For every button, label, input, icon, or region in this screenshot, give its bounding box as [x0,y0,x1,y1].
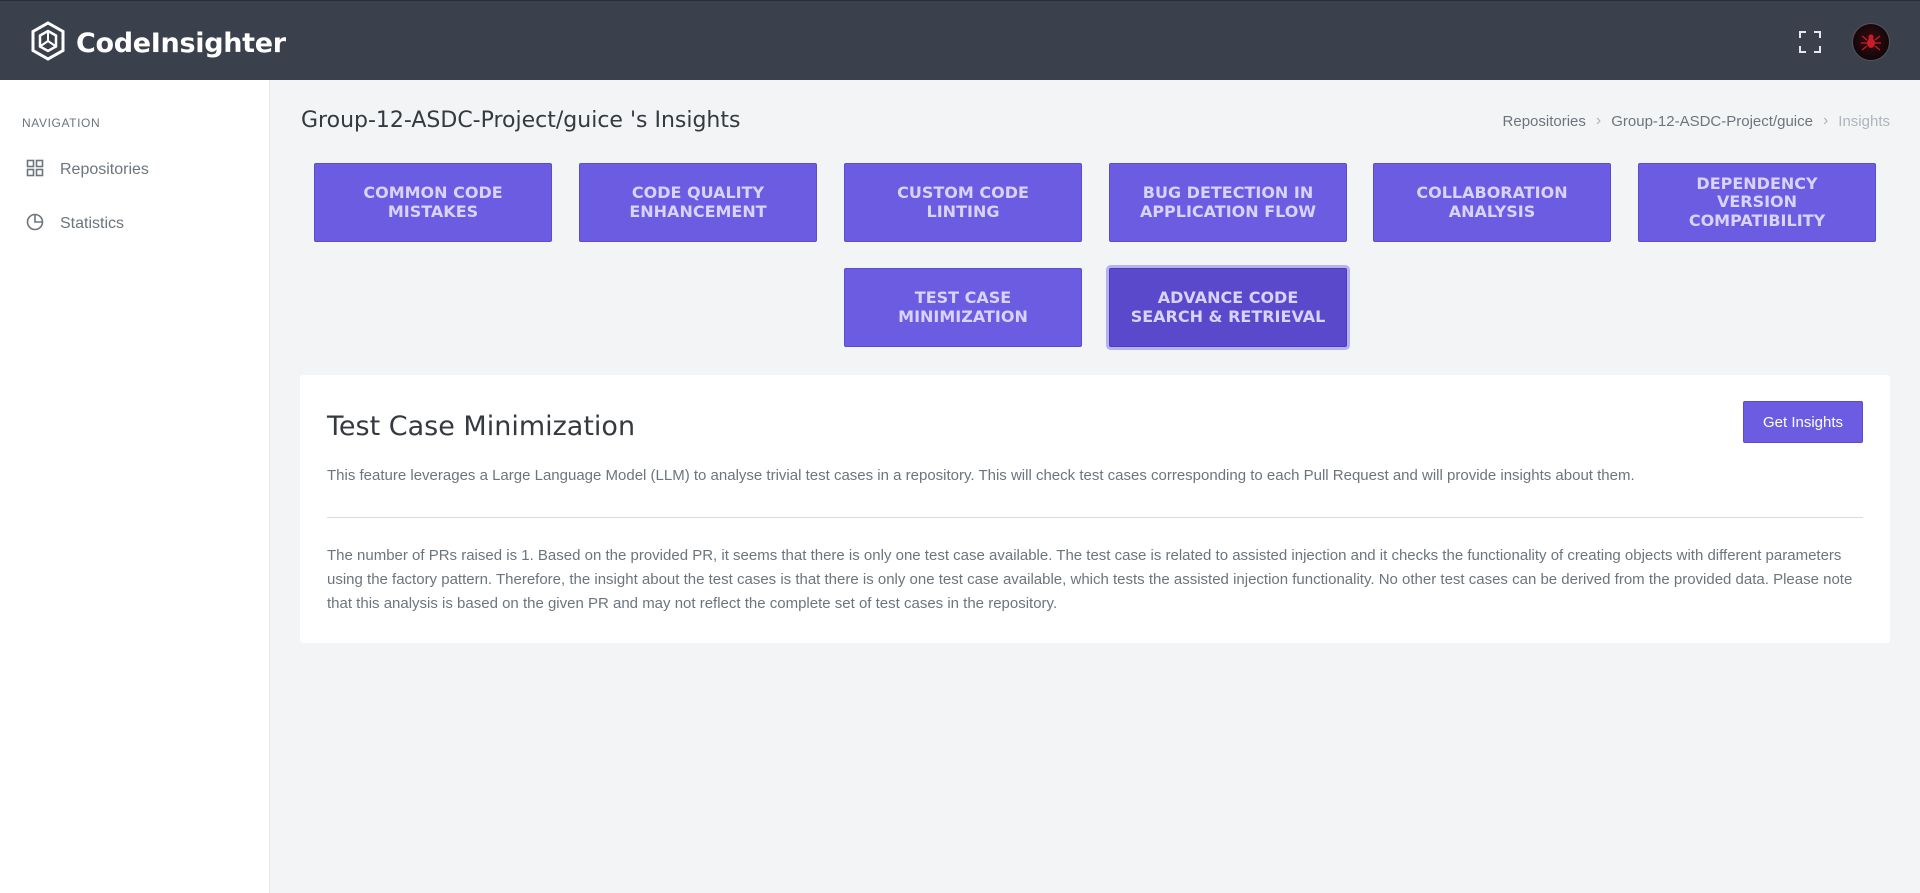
fullscreen-icon[interactable] [1797,29,1823,55]
app-name: CodeInsighter [76,28,286,59]
chevron-right-icon: › [1822,112,1829,129]
brand[interactable]: CodeInsighter [30,21,286,66]
sidebar-item-label: Statistics [60,215,125,232]
collaboration-analysis-button[interactable]: COLLABORATION ANALYSIS [1373,163,1611,242]
code-quality-enhancement-button[interactable]: CODE QUALITY ENHANCEMENT [579,163,817,242]
page-title: Group-12-ASDC-Project/guice 's Insights [301,108,741,133]
sidebar: NAVIGATION Repositories Statistics [0,80,270,893]
top-navbar: CodeInsighter [0,0,1920,80]
custom-code-linting-button[interactable]: CUSTOM CODE LINTING [844,163,1082,242]
breadcrumb: Repositories › Group-12-ASDC-Project/gui… [1503,112,1890,130]
dependency-version-compatibility-button[interactable]: DEPENDENCY VERSION COMPATIBILITY [1638,163,1876,242]
sidebar-item-label: Repositories [60,161,149,178]
grid-icon [26,159,44,182]
bug-detection-button[interactable]: BUG DETECTION IN APPLICATION FLOW [1109,163,1347,242]
chevron-right-icon: › [1595,112,1602,129]
common-code-mistakes-button[interactable]: COMMON CODE MISTAKES [314,163,552,242]
card-description: This feature leverages a Large Language … [327,467,1635,484]
breadcrumb-repositories[interactable]: Repositories [1503,113,1586,130]
test-case-minimization-button[interactable]: TEST CASE MINIMIZATION [844,268,1082,347]
sidebar-item-statistics[interactable]: Statistics [0,204,270,244]
get-insights-button[interactable]: Get Insights [1743,401,1863,443]
advance-code-search-button[interactable]: ADVANCE CODE SEARCH & RETRIEVAL [1109,268,1347,347]
avatar[interactable] [1852,23,1890,61]
spider-icon [1861,34,1881,51]
sidebar-item-repositories[interactable]: Repositories [0,150,270,190]
insight-card: Test Case Minimization Get Insights This… [300,375,1890,643]
logo-icon [30,21,66,66]
nav-heading: NAVIGATION [22,116,101,130]
breadcrumb-repository[interactable]: Group-12-ASDC-Project/guice [1611,113,1813,130]
breadcrumb-current: Insights [1838,112,1890,130]
pie-chart-icon [26,213,44,236]
divider [327,517,1863,518]
insight-result: The number of PRs raised is 1. Based on … [327,547,1853,612]
card-title: Test Case Minimization [327,411,636,442]
